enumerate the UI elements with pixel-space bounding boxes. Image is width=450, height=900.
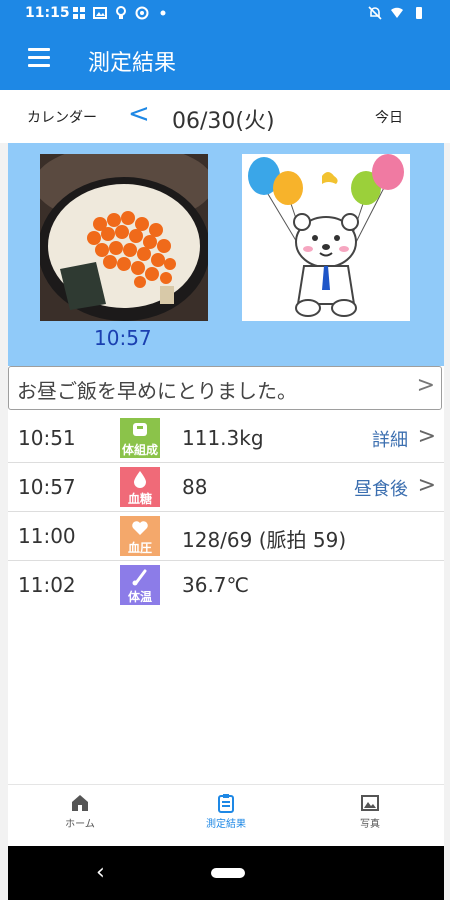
measurement-value: 128/69 (脈拍 59) <box>182 528 347 552</box>
status-right-icons <box>368 6 426 20</box>
chevron-right-icon: > <box>416 373 435 398</box>
chevron-right-icon: > <box>417 424 436 449</box>
status-left-icons <box>72 6 170 20</box>
measurement-value: 111.3kg <box>182 426 264 450</box>
current-date: 06/30(火) <box>172 109 275 134</box>
photo-icon <box>361 795 379 811</box>
hamburger-menu-icon[interactable] <box>28 48 50 67</box>
nav-results[interactable]: 測定結果 <box>176 793 276 830</box>
blood-pressure-badge: 血圧 <box>120 516 160 556</box>
status-time: 11:15 <box>25 5 70 21</box>
blood-sugar-badge: 血糖 <box>120 467 160 507</box>
bell-off-icon <box>368 6 382 20</box>
photo-area: 10:57 <box>8 143 444 366</box>
measurement-time: 11:00 <box>18 524 76 548</box>
measurement-row-blood-sugar[interactable]: 10:57 血糖 88 昼食後 > <box>8 463 444 512</box>
page-title: 測定結果 <box>88 51 177 76</box>
status-bar: 11:15 <box>0 0 450 28</box>
thermometer-icon <box>132 569 147 586</box>
measurement-time: 10:57 <box>18 475 76 499</box>
character-balloon-image[interactable] <box>242 154 410 321</box>
bottom-navigation: ホーム 測定結果 写真 <box>8 784 444 847</box>
clipboard-icon <box>218 794 234 813</box>
app-bar: 測定結果 <box>0 28 450 90</box>
measurement-row-temperature[interactable]: 11:02 体温 36.7℃ <box>8 561 444 610</box>
temperature-badge: 体温 <box>120 565 160 605</box>
home-pill[interactable] <box>211 868 245 878</box>
home-icon <box>72 795 88 811</box>
meal-photo-time: 10:57 <box>94 326 152 350</box>
system-navigation-bar: ‹ <box>8 846 444 900</box>
nav-home[interactable]: ホーム <box>30 793 130 830</box>
grid-icon <box>73 7 85 19</box>
empty-content-area <box>8 606 444 784</box>
scale-icon <box>133 423 147 436</box>
measurement-time: 11:02 <box>18 573 76 597</box>
wifi-icon <box>391 7 403 18</box>
previous-day-button[interactable]: < <box>128 99 150 129</box>
measurement-value: 36.7℃ <box>182 573 249 597</box>
battery-icon <box>416 7 422 19</box>
bulb-icon <box>116 6 126 19</box>
drop-icon <box>134 471 146 488</box>
today-button[interactable]: 今日 <box>375 107 403 127</box>
nav-results-label: 測定結果 <box>206 819 246 830</box>
details-link[interactable]: 詳細 <box>372 426 408 452</box>
calendar-button[interactable]: カレンダー <box>27 107 97 127</box>
nav-photos[interactable]: 写真 <box>320 793 420 830</box>
measurement-value: 88 <box>182 475 208 499</box>
nav-home-label: ホーム <box>65 819 95 830</box>
memo-text: お昼ご飯を早めにとりました。 <box>17 379 297 403</box>
body-composition-badge: 体組成 <box>120 418 160 458</box>
date-bar: カレンダー < 06/30(火) 今日 <box>0 90 450 143</box>
memo-field[interactable]: お昼ご飯を早めにとりました。 > <box>8 366 442 410</box>
dot-icon <box>160 10 166 16</box>
right-gutter <box>444 90 450 900</box>
left-gutter <box>0 90 8 900</box>
back-button[interactable]: ‹ <box>96 860 105 885</box>
meal-timing-link[interactable]: 昼食後 <box>354 475 408 501</box>
measurement-row-body-composition[interactable]: 10:51 体組成 111.3kg 詳細 > <box>8 414 444 463</box>
measurement-row-blood-pressure[interactable]: 11:00 血圧 128/69 (脈拍 59) <box>8 512 444 561</box>
measurement-time: 10:51 <box>18 426 76 450</box>
meal-photo[interactable] <box>40 154 208 321</box>
chevron-right-icon: > <box>417 473 436 498</box>
nav-photos-label: 写真 <box>360 819 380 830</box>
heart-icon <box>132 521 148 535</box>
image-icon <box>93 7 107 19</box>
circle-icon <box>135 6 149 20</box>
